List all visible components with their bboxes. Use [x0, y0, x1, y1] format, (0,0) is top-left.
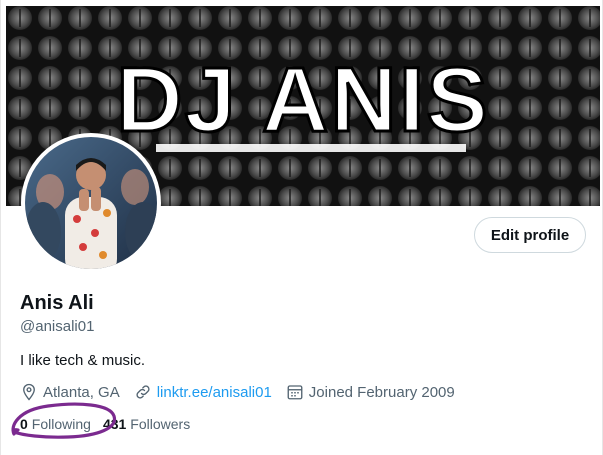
avatar[interactable] — [21, 133, 161, 273]
link-item[interactable]: linktr.ee/anisali01 — [134, 383, 272, 401]
profile-name: Anis Ali — [20, 292, 94, 314]
followers-label: Followers — [130, 416, 191, 432]
joined-item: Joined February 2009 — [286, 383, 455, 401]
banner-logo: DJ ANIS — [115, 48, 490, 153]
link-icon — [136, 385, 150, 399]
edit-profile-button[interactable]: Edit profile — [474, 217, 586, 253]
profile-bio: I like tech & music. — [20, 352, 146, 369]
annotation-circle — [11, 402, 117, 439]
profile-link[interactable]: linktr.ee/anisali01 — [157, 384, 272, 401]
banner-logo-text: DJ ANIS — [116, 49, 490, 151]
joined-text: Joined February 2009 — [308, 383, 455, 401]
profile-handle: @anisali01 — [20, 318, 95, 335]
calendar-icon — [287, 385, 303, 400]
